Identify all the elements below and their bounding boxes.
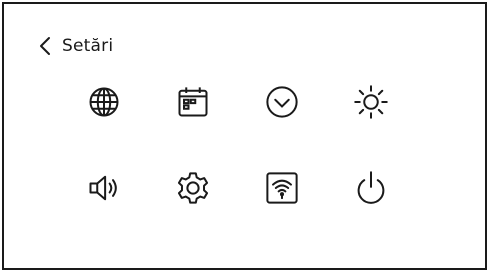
wifi-tile[interactable] (260, 166, 304, 210)
sound-tile[interactable] (82, 166, 126, 210)
back-button[interactable]: Setări (38, 34, 113, 58)
globe-icon (86, 84, 122, 120)
time-tile[interactable] (260, 80, 304, 124)
power-icon (353, 170, 389, 206)
gear-icon (175, 170, 211, 206)
calendar-icon (175, 84, 211, 120)
language-tile[interactable] (82, 80, 126, 124)
wifi-icon (264, 170, 300, 206)
brightness-tile[interactable] (349, 80, 393, 124)
power-tile[interactable] (349, 166, 393, 210)
page-title: Setări (62, 36, 114, 56)
date-tile[interactable] (171, 80, 215, 124)
system-settings-tile[interactable] (171, 166, 215, 210)
chevron-left-icon (40, 37, 50, 55)
brightness-icon (353, 84, 389, 120)
clock-icon (264, 84, 300, 120)
speaker-icon (86, 170, 122, 206)
settings-grid (82, 80, 412, 218)
